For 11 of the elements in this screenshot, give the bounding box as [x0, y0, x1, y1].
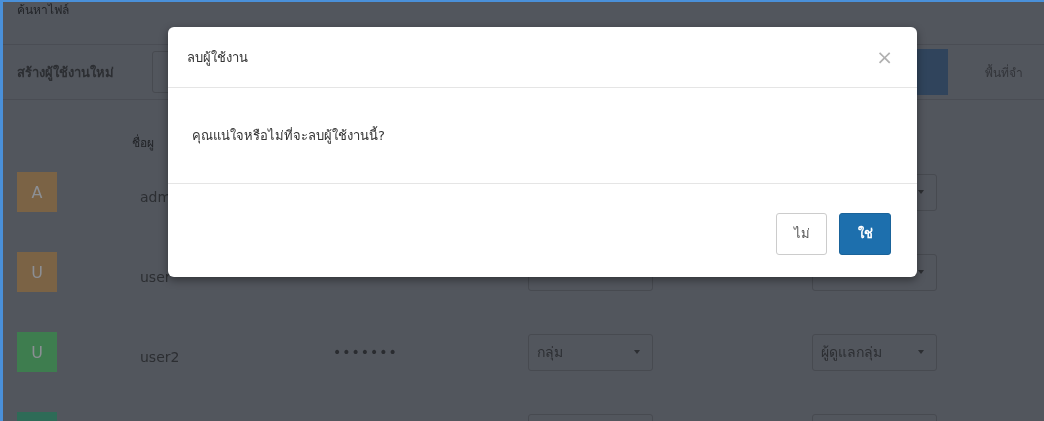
- confirm-button[interactable]: ใช่: [839, 212, 891, 255]
- close-button[interactable]: ×: [872, 47, 897, 67]
- password-mask: •••••••: [333, 344, 398, 360]
- cancel-button[interactable]: ไม่: [776, 212, 827, 255]
- dialog-message: คุณแน่ใจหรือไม่ที่จะลบผู้ใช้งานนี้?: [192, 125, 385, 146]
- user-avatar: U: [17, 252, 57, 292]
- user-avatar: U: [17, 332, 57, 372]
- caret-icon: [634, 350, 640, 354]
- dialog-title: ลบผู้ใช้งาน: [187, 48, 248, 68]
- user-avatar: A: [17, 172, 57, 212]
- caret-icon: [918, 350, 924, 354]
